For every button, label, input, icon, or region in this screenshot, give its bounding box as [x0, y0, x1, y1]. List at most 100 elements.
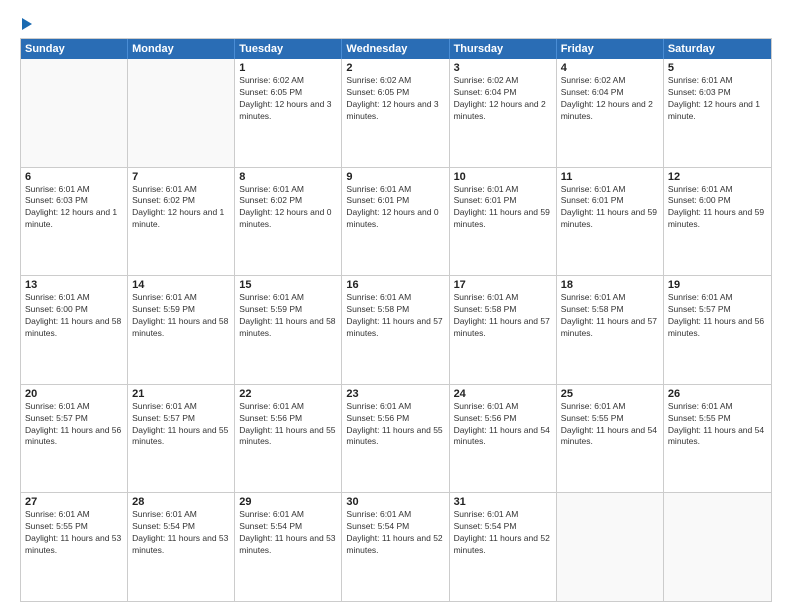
day-number: 4	[561, 62, 659, 74]
cal-cell: 7Sunrise: 6:01 AM Sunset: 6:02 PM Daylig…	[128, 168, 235, 276]
header	[20, 16, 772, 30]
cell-info: Sunrise: 6:01 AM Sunset: 5:54 PM Dayligh…	[132, 509, 230, 557]
week-row-3: 13Sunrise: 6:01 AM Sunset: 6:00 PM Dayli…	[21, 276, 771, 385]
cal-cell: 13Sunrise: 6:01 AM Sunset: 6:00 PM Dayli…	[21, 276, 128, 384]
cell-info: Sunrise: 6:01 AM Sunset: 6:03 PM Dayligh…	[668, 75, 767, 123]
day-number: 8	[239, 171, 337, 183]
cal-cell: 23Sunrise: 6:01 AM Sunset: 5:56 PM Dayli…	[342, 385, 449, 493]
cell-info: Sunrise: 6:01 AM Sunset: 6:01 PM Dayligh…	[454, 184, 552, 232]
day-number: 25	[561, 388, 659, 400]
calendar: SundayMondayTuesdayWednesdayThursdayFrid…	[20, 38, 772, 602]
cell-info: Sunrise: 6:01 AM Sunset: 5:58 PM Dayligh…	[346, 292, 444, 340]
day-number: 1	[239, 62, 337, 74]
cell-info: Sunrise: 6:01 AM Sunset: 6:01 PM Dayligh…	[346, 184, 444, 232]
logo-arrow-icon	[22, 18, 32, 30]
day-number: 5	[668, 62, 767, 74]
header-day-saturday: Saturday	[664, 39, 771, 59]
cal-cell: 17Sunrise: 6:01 AM Sunset: 5:58 PM Dayli…	[450, 276, 557, 384]
cell-info: Sunrise: 6:01 AM Sunset: 6:01 PM Dayligh…	[561, 184, 659, 232]
day-number: 3	[454, 62, 552, 74]
cell-info: Sunrise: 6:01 AM Sunset: 5:58 PM Dayligh…	[454, 292, 552, 340]
day-number: 20	[25, 388, 123, 400]
cell-info: Sunrise: 6:02 AM Sunset: 6:04 PM Dayligh…	[561, 75, 659, 123]
cell-info: Sunrise: 6:01 AM Sunset: 5:59 PM Dayligh…	[132, 292, 230, 340]
day-number: 2	[346, 62, 444, 74]
cal-cell: 28Sunrise: 6:01 AM Sunset: 5:54 PM Dayli…	[128, 493, 235, 601]
header-day-wednesday: Wednesday	[342, 39, 449, 59]
cell-info: Sunrise: 6:01 AM Sunset: 5:56 PM Dayligh…	[454, 401, 552, 449]
cell-info: Sunrise: 6:01 AM Sunset: 5:57 PM Dayligh…	[25, 401, 123, 449]
cal-cell: 16Sunrise: 6:01 AM Sunset: 5:58 PM Dayli…	[342, 276, 449, 384]
cal-cell: 12Sunrise: 6:01 AM Sunset: 6:00 PM Dayli…	[664, 168, 771, 276]
day-number: 14	[132, 279, 230, 291]
cell-info: Sunrise: 6:02 AM Sunset: 6:04 PM Dayligh…	[454, 75, 552, 123]
cell-info: Sunrise: 6:01 AM Sunset: 5:58 PM Dayligh…	[561, 292, 659, 340]
cell-info: Sunrise: 6:01 AM Sunset: 6:02 PM Dayligh…	[239, 184, 337, 232]
cal-cell: 10Sunrise: 6:01 AM Sunset: 6:01 PM Dayli…	[450, 168, 557, 276]
cell-info: Sunrise: 6:01 AM Sunset: 5:55 PM Dayligh…	[25, 509, 123, 557]
week-row-4: 20Sunrise: 6:01 AM Sunset: 5:57 PM Dayli…	[21, 385, 771, 494]
day-number: 19	[668, 279, 767, 291]
cal-cell: 30Sunrise: 6:01 AM Sunset: 5:54 PM Dayli…	[342, 493, 449, 601]
cal-cell	[21, 59, 128, 167]
day-number: 22	[239, 388, 337, 400]
cal-cell	[557, 493, 664, 601]
day-number: 17	[454, 279, 552, 291]
cal-cell: 18Sunrise: 6:01 AM Sunset: 5:58 PM Dayli…	[557, 276, 664, 384]
day-number: 26	[668, 388, 767, 400]
week-row-1: 1Sunrise: 6:02 AM Sunset: 6:05 PM Daylig…	[21, 59, 771, 168]
cell-info: Sunrise: 6:01 AM Sunset: 5:56 PM Dayligh…	[239, 401, 337, 449]
cell-info: Sunrise: 6:02 AM Sunset: 6:05 PM Dayligh…	[346, 75, 444, 123]
cell-info: Sunrise: 6:02 AM Sunset: 6:05 PM Dayligh…	[239, 75, 337, 123]
cell-info: Sunrise: 6:01 AM Sunset: 5:55 PM Dayligh…	[668, 401, 767, 449]
cal-cell: 6Sunrise: 6:01 AM Sunset: 6:03 PM Daylig…	[21, 168, 128, 276]
day-number: 27	[25, 496, 123, 508]
cell-info: Sunrise: 6:01 AM Sunset: 6:02 PM Dayligh…	[132, 184, 230, 232]
day-number: 24	[454, 388, 552, 400]
day-number: 29	[239, 496, 337, 508]
cal-cell: 1Sunrise: 6:02 AM Sunset: 6:05 PM Daylig…	[235, 59, 342, 167]
day-number: 15	[239, 279, 337, 291]
cal-cell	[128, 59, 235, 167]
day-number: 16	[346, 279, 444, 291]
cell-info: Sunrise: 6:01 AM Sunset: 6:00 PM Dayligh…	[25, 292, 123, 340]
cell-info: Sunrise: 6:01 AM Sunset: 5:55 PM Dayligh…	[561, 401, 659, 449]
day-number: 31	[454, 496, 552, 508]
cal-cell: 20Sunrise: 6:01 AM Sunset: 5:57 PM Dayli…	[21, 385, 128, 493]
page: SundayMondayTuesdayWednesdayThursdayFrid…	[0, 0, 792, 612]
cell-info: Sunrise: 6:01 AM Sunset: 5:54 PM Dayligh…	[346, 509, 444, 557]
cal-cell	[664, 493, 771, 601]
cell-info: Sunrise: 6:01 AM Sunset: 5:54 PM Dayligh…	[454, 509, 552, 557]
day-number: 6	[25, 171, 123, 183]
cal-cell: 27Sunrise: 6:01 AM Sunset: 5:55 PM Dayli…	[21, 493, 128, 601]
header-day-thursday: Thursday	[450, 39, 557, 59]
week-row-2: 6Sunrise: 6:01 AM Sunset: 6:03 PM Daylig…	[21, 168, 771, 277]
cal-cell: 11Sunrise: 6:01 AM Sunset: 6:01 PM Dayli…	[557, 168, 664, 276]
cal-cell: 21Sunrise: 6:01 AM Sunset: 5:57 PM Dayli…	[128, 385, 235, 493]
day-number: 13	[25, 279, 123, 291]
cell-info: Sunrise: 6:01 AM Sunset: 6:03 PM Dayligh…	[25, 184, 123, 232]
header-day-monday: Monday	[128, 39, 235, 59]
day-number: 10	[454, 171, 552, 183]
day-number: 11	[561, 171, 659, 183]
cell-info: Sunrise: 6:01 AM Sunset: 5:54 PM Dayligh…	[239, 509, 337, 557]
header-day-friday: Friday	[557, 39, 664, 59]
cal-cell: 8Sunrise: 6:01 AM Sunset: 6:02 PM Daylig…	[235, 168, 342, 276]
cal-cell: 5Sunrise: 6:01 AM Sunset: 6:03 PM Daylig…	[664, 59, 771, 167]
day-number: 28	[132, 496, 230, 508]
day-number: 30	[346, 496, 444, 508]
cal-cell: 14Sunrise: 6:01 AM Sunset: 5:59 PM Dayli…	[128, 276, 235, 384]
cell-info: Sunrise: 6:01 AM Sunset: 5:57 PM Dayligh…	[668, 292, 767, 340]
day-number: 23	[346, 388, 444, 400]
week-row-5: 27Sunrise: 6:01 AM Sunset: 5:55 PM Dayli…	[21, 493, 771, 601]
cal-cell: 2Sunrise: 6:02 AM Sunset: 6:05 PM Daylig…	[342, 59, 449, 167]
cal-cell: 3Sunrise: 6:02 AM Sunset: 6:04 PM Daylig…	[450, 59, 557, 167]
cal-cell: 4Sunrise: 6:02 AM Sunset: 6:04 PM Daylig…	[557, 59, 664, 167]
cell-info: Sunrise: 6:01 AM Sunset: 5:56 PM Dayligh…	[346, 401, 444, 449]
day-number: 7	[132, 171, 230, 183]
cell-info: Sunrise: 6:01 AM Sunset: 6:00 PM Dayligh…	[668, 184, 767, 232]
cal-cell: 31Sunrise: 6:01 AM Sunset: 5:54 PM Dayli…	[450, 493, 557, 601]
logo	[20, 16, 32, 30]
calendar-body: 1Sunrise: 6:02 AM Sunset: 6:05 PM Daylig…	[21, 59, 771, 601]
header-day-sunday: Sunday	[21, 39, 128, 59]
